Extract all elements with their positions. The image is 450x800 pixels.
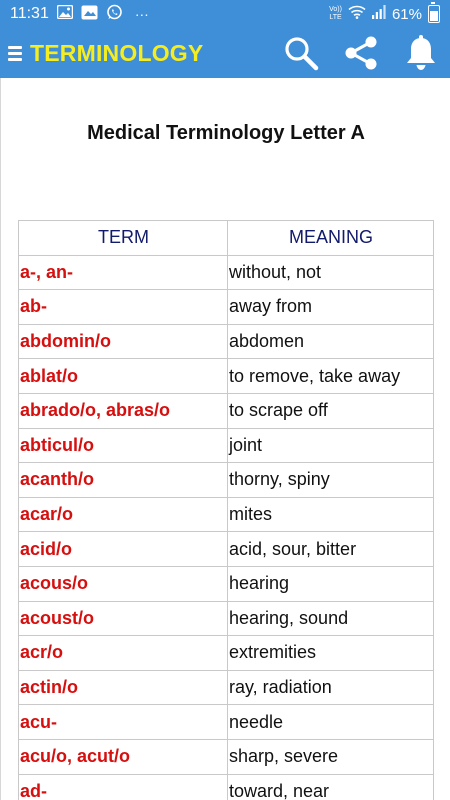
table-row[interactable]: acu/o, acut/o sharp, severe <box>18 738 434 775</box>
term-cell: acar/o <box>18 496 228 533</box>
meaning-cell: toward, near <box>227 773 434 800</box>
meaning-cell: hearing, sound <box>227 600 434 637</box>
table-row[interactable]: acr/o extremities <box>18 635 434 671</box>
term-cell: abticul/o <box>18 427 228 464</box>
status-right: Vo)) LTE 61% <box>329 0 440 28</box>
whatsapp-icon <box>106 4 123 25</box>
status-bar: 11:31 ··· Vo)) LTE 61% <box>0 0 450 28</box>
app-title: TERMINOLOGY <box>30 39 204 66</box>
table-row[interactable]: acar/o mites <box>18 496 434 533</box>
meaning-cell: extremities <box>227 635 434 671</box>
table-row[interactable]: abdomin/o abdomen <box>18 323 434 360</box>
term-cell: abrado/o, abras/o <box>18 392 228 429</box>
meaning-cell: acid, sour, bitter <box>227 531 434 567</box>
term-cell: ad- <box>18 773 228 800</box>
term-cell: acoust/o <box>18 600 228 637</box>
terminology-table: TERM MEANING a-, an-without, not ab-away … <box>18 220 434 800</box>
meaning-cell: thorny, spiny <box>227 462 434 498</box>
term-cell: acid/o <box>18 531 228 567</box>
volte-badge: Vo)) LTE <box>329 6 342 21</box>
meaning-cell: joint <box>227 427 434 464</box>
photo-icon <box>81 5 98 24</box>
meaning-cell: abdomen <box>227 323 434 360</box>
table-row[interactable]: actin/o ray, radiation <box>18 669 434 706</box>
content-area[interactable]: Medical Terminology Letter A TERM MEANIN… <box>0 78 450 800</box>
wifi-icon <box>348 5 366 23</box>
table-row[interactable]: ab-away from <box>18 289 434 325</box>
share-icon[interactable] <box>342 34 380 72</box>
meaning-cell: without, not <box>227 254 434 291</box>
term-cell: abdomin/o <box>18 323 228 360</box>
table-row[interactable]: a-, an-without, not <box>18 254 434 291</box>
term-cell: acr/o <box>18 635 228 671</box>
bell-icon[interactable] <box>402 34 440 72</box>
meaning-cell: to remove, take away <box>227 358 434 394</box>
table-header-row: TERM MEANING <box>18 220 434 256</box>
more-notifications-icon: ··· <box>134 6 149 22</box>
battery-percent: 61% <box>391 5 422 23</box>
meaning-cell: hearing <box>227 565 434 602</box>
status-time: 11:31 <box>10 5 49 22</box>
term-cell: ab- <box>18 289 228 325</box>
term-column-header: TERM <box>18 220 228 256</box>
term-cell: a-, an- <box>18 254 228 291</box>
meaning-cell: to scrape off <box>227 392 434 429</box>
app-bar-actions <box>282 28 440 78</box>
page-title: Medical Terminology Letter A <box>87 122 365 144</box>
meaning-cell: sharp, severe <box>227 738 434 775</box>
meaning-column-header: MEANING <box>227 220 434 256</box>
term-cell: acanth/o <box>18 462 228 498</box>
meaning-cell: needle <box>227 704 434 740</box>
battery-icon <box>428 2 440 23</box>
menu-icon[interactable] <box>8 45 24 61</box>
meaning-cell: ray, radiation <box>227 669 434 706</box>
term-cell: actin/o <box>18 669 228 706</box>
table-row[interactable]: acid/o acid, sour, bitter <box>18 531 434 567</box>
term-cell: acu- <box>18 704 228 740</box>
table-row[interactable]: acu-needle <box>18 704 434 740</box>
term-cell: ablat/o <box>18 358 228 394</box>
table-row[interactable]: ablat/o to remove, take away <box>18 358 434 394</box>
table-row[interactable]: ad-toward, near <box>18 773 434 800</box>
meaning-cell: away from <box>227 289 434 325</box>
meaning-cell: mites <box>227 496 434 533</box>
table-row[interactable]: acoust/o hearing, sound <box>18 600 434 637</box>
search-icon[interactable] <box>282 34 320 72</box>
term-cell: acu/o, acut/o <box>18 738 228 775</box>
app-bar: TERMINOLOGY <box>0 28 450 78</box>
table-row[interactable]: acous/o hearing <box>18 565 434 602</box>
term-cell: acous/o <box>18 565 228 602</box>
signal-icon <box>371 5 386 23</box>
gallery-icon <box>56 4 74 23</box>
table-row[interactable]: abrado/o, abras/o to scrape off <box>18 392 434 429</box>
table-row[interactable]: acanth/o thorny, spiny <box>18 462 434 498</box>
table-row[interactable]: abticul/o joint <box>18 427 434 464</box>
